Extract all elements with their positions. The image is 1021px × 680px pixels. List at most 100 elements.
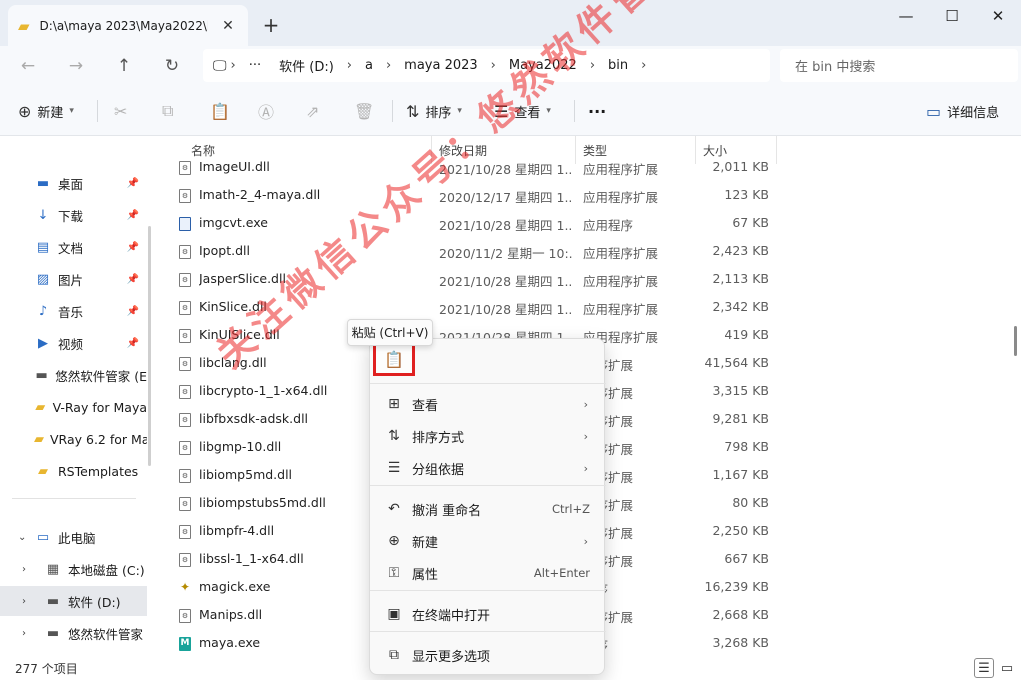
view-button[interactable]: ☰ 查看 ▾ [494, 98, 551, 124]
share-button[interactable]: ⇗ [306, 98, 319, 124]
sidebar-item-label: 软件 (D:) [68, 594, 121, 610]
exe-file-icon [179, 217, 191, 231]
chevron-down-icon[interactable]: ⌄ [18, 532, 26, 543]
sidebar-item-quick[interactable]: ▰ VRay 6.2 for Ma [0, 424, 147, 454]
context-menu-item[interactable]: ☰ 分组依据 › [374, 453, 602, 483]
file-size: 80 KB [732, 495, 769, 510]
paste-menu-button[interactable]: 📋 [373, 342, 415, 376]
sidebar-folder-icon: ▰ [34, 431, 44, 447]
file-row[interactable]: ⚙ JasperSlice.dll 2021/10/28 星期四 1... 应用程序扩… [155, 266, 1011, 294]
sidebar-item-drive[interactable]: › ▦ 本地磁盘 (C:) [0, 554, 147, 584]
sidebar-item-this-pc[interactable]: ⌄ ▭ 此电脑 [0, 522, 147, 552]
context-menu-item[interactable]: ⊕ 新建 › [374, 526, 602, 556]
sort-button[interactable]: ⇅ 排序 ▾ [406, 98, 462, 124]
chevron-right-icon[interactable]: › [22, 628, 26, 639]
sidebar-item-drive[interactable]: › ▬ 悠然软件管家 [0, 618, 147, 648]
breadcrumb-a[interactable]: a [356, 58, 382, 73]
delete-button[interactable]: 🗑 [354, 98, 374, 124]
plus-circle-icon: ⊕ [18, 101, 32, 121]
file-row[interactable]: ⚙ ImageUI.dll 2021/10/28 星期四 1... 应用程序扩展 2,0… [155, 154, 1011, 182]
file-size: 798 KB [724, 439, 769, 454]
sidebar-folder-icon: ♪ [38, 303, 48, 319]
context-menu-item[interactable]: ⚿ 属性 Alt+Enter [374, 558, 602, 588]
sort-ascending-icon: ^ [303, 136, 312, 143]
scrollbar-thumb[interactable] [1014, 326, 1017, 356]
context-menu-item[interactable]: ⊞ 查看 › [374, 389, 602, 419]
breadcrumb-drive[interactable]: 软件 (D:) [270, 56, 343, 75]
new-tab-button[interactable]: + [258, 12, 284, 38]
breadcrumb-more[interactable]: ··· [240, 58, 270, 73]
paste-tooltip: 粘贴 (Ctrl+V) [347, 319, 433, 346]
address-bar[interactable]: 🖵 › ··· 软件 (D:) › a › maya 2023 › Maya20… [203, 49, 770, 82]
pin-icon[interactable]: 📌 [127, 306, 139, 317]
breadcrumb-maya-2023[interactable]: maya 2023 [395, 58, 487, 73]
file-size: 667 KB [724, 551, 769, 566]
chevron-right-icon: › [583, 534, 588, 548]
pin-icon[interactable]: 📌 [127, 210, 139, 221]
forward-button[interactable]: → [62, 52, 90, 80]
sort-icon: ⇅ [406, 101, 420, 121]
file-name: imgcvt.exe [199, 215, 268, 230]
sidebar-item-drive[interactable]: › ▬ 软件 (D:) [0, 586, 147, 616]
tiles-view-button[interactable]: ▭ [997, 658, 1017, 678]
pin-icon[interactable]: 📌 [127, 338, 139, 349]
dll-file-icon: ⚙ [179, 385, 191, 399]
file-date: 2021/10/28 星期四 1... [439, 274, 573, 289]
sidebar-item-quick[interactable]: ▬ 桌面 📌 [0, 168, 147, 198]
copy-button[interactable]: ⧉ [162, 98, 173, 124]
file-size: 2,423 KB [712, 243, 769, 258]
context-menu-item[interactable]: ▣ 在终端中打开 [374, 599, 602, 629]
chevron-right-icon[interactable]: › [22, 596, 26, 607]
maximize-button[interactable]: ☐ [929, 0, 975, 32]
context-menu-item[interactable]: ⇅ 排序方式 › [374, 421, 602, 451]
sidebar-item-quick[interactable]: ▶ 视频 📌 [0, 328, 147, 358]
breadcrumb-maya2022[interactable]: Maya2022 [500, 58, 586, 73]
sidebar-item-quick[interactable]: ▰ V-Ray for Maya [0, 392, 147, 422]
new-button[interactable]: ⊕ 新建 ▾ [18, 98, 74, 124]
sidebar-item-quick[interactable]: ♪ 音乐 📌 [0, 296, 147, 326]
details-view-button[interactable]: ☰ [974, 658, 994, 678]
file-size: 1,167 KB [712, 467, 769, 482]
pin-icon[interactable]: 📌 [127, 178, 139, 189]
file-row[interactable]: ⚙ KinSlice.dll 2021/10/28 星期四 1... 应用程序扩展 2,… [155, 294, 1011, 322]
sidebar-item-quick[interactable]: ▨ 图片 📌 [0, 264, 147, 294]
refresh-button[interactable]: ↻ [158, 52, 186, 80]
chevron-right-icon: › [583, 429, 588, 443]
pin-icon[interactable]: 📌 [127, 242, 139, 253]
pin-icon[interactable]: 📌 [127, 274, 139, 285]
file-row[interactable]: ⚙ Ipopt.dll 2020/11/2 星期一 10:... 应用程序扩展 2,42… [155, 238, 1011, 266]
file-size: 3,268 KB [712, 635, 769, 650]
close-window-button[interactable]: ✕ [975, 0, 1021, 32]
context-menu-item[interactable]: ⧉ 显示更多选项 [374, 640, 602, 670]
sidebar-item-quick[interactable]: ▤ 文档 📌 [0, 232, 147, 262]
minimize-button[interactable]: — [883, 0, 929, 32]
cut-button[interactable]: ✂ [114, 98, 127, 124]
menu-item-label: 在终端中打开 [412, 608, 491, 624]
chevron-right-icon: › [583, 461, 588, 475]
search-input[interactable]: 在 bin 中搜索 [780, 49, 1018, 82]
file-name: ImageUI.dll [199, 159, 270, 174]
rename-button[interactable]: Ⓐ [258, 98, 274, 124]
tab-current-folder[interactable]: ▰ D:\a\maya 2023\Maya2022\bi ✕ [8, 5, 248, 46]
context-menu-item[interactable]: ↶ 撤消 重命名 Ctrl+Z [374, 494, 602, 524]
sidebar-item-quick[interactable]: ↓ 下载 📌 [0, 200, 147, 230]
dll-file-icon: ⚙ [179, 301, 191, 315]
file-list-scrollbar[interactable] [1011, 136, 1021, 656]
breadcrumb-bin[interactable]: bin [599, 58, 637, 73]
file-date: 2021/10/28 星期四 1... [439, 302, 573, 317]
up-button[interactable]: ↑ [110, 52, 138, 80]
file-row[interactable]: ⚙ Imath-2_4-maya.dll 2020/12/17 星期四 1... 应用… [155, 182, 1011, 210]
sidebar-item-quick[interactable]: ▬ 悠然软件管家 (E [0, 360, 147, 390]
close-tab-icon[interactable]: ✕ [218, 16, 238, 36]
file-row[interactable]: imgcvt.exe 2021/10/28 星期四 1... 应用程序 67 KB [155, 210, 1011, 238]
sidebar-item-quick[interactable]: ▰ RSTemplates [0, 456, 147, 486]
sidebar-item-label: V-Ray for Maya [52, 399, 147, 415]
see-more-button[interactable]: ··· [588, 98, 606, 124]
drive-icon: ▬ [46, 593, 60, 609]
chevron-right-icon[interactable]: › [22, 564, 26, 575]
details-pane-button[interactable]: ▭ 详细信息 [926, 98, 999, 124]
paste-toolbar-button[interactable]: 📋 [210, 98, 230, 124]
sidebar-scrollbar[interactable] [148, 226, 151, 466]
back-button[interactable]: ← [14, 52, 42, 80]
sidebar-item-label: 下载 [58, 208, 84, 224]
